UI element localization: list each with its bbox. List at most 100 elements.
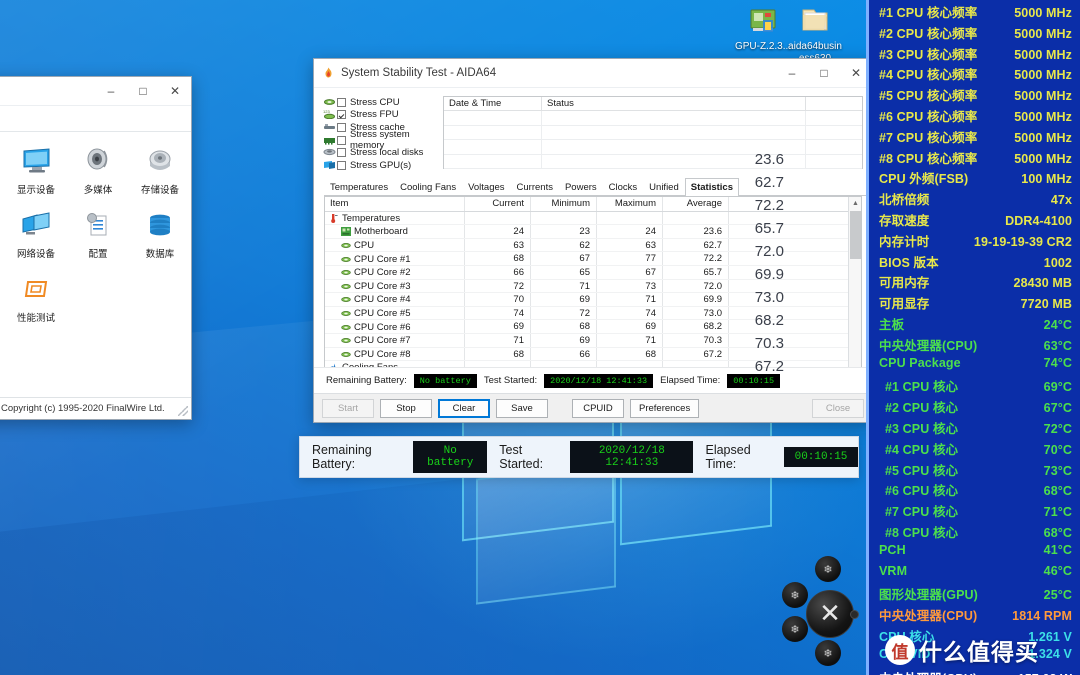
- stress-cache-checkbox[interactable]: [337, 122, 346, 132]
- sensor-key: VRM: [879, 563, 908, 578]
- stop-button[interactable]: Stop: [380, 398, 432, 418]
- fan-hub-button[interactable]: ✕: [806, 590, 854, 638]
- tab-statistics[interactable]: Statistics: [684, 177, 739, 196]
- test-started-label: Test Started:: [483, 375, 538, 386]
- category-config[interactable]: 配置: [67, 210, 129, 260]
- sensor-value: 24°C: [1043, 317, 1072, 332]
- desktop-icon-aida64-folder[interactable]: aida64busin ess630: [778, 4, 852, 65]
- event-log-table[interactable]: Date & Time Status: [443, 96, 863, 169]
- stats-item-label: CPU Core #1: [354, 253, 411, 265]
- stress-option-cpu[interactable]: Stress CPU: [323, 96, 435, 109]
- fan-icon[interactable]: ❄: [815, 556, 841, 582]
- sensor-value: 46°C: [1043, 563, 1072, 578]
- tab-temperatures[interactable]: Temperatures: [324, 178, 394, 196]
- stats-average: 67.2: [663, 347, 729, 361]
- fan-icon[interactable]: ❄: [782, 616, 808, 642]
- monitor-icon: [5, 146, 67, 180]
- maximize-icon[interactable]: □: [127, 77, 159, 106]
- category-network-devices[interactable]: 网络设备: [5, 210, 67, 260]
- sst-tab-bar[interactable]: Temperatures Cooling Fans Voltages Curre…: [324, 177, 872, 196]
- preferences-button[interactable]: Preferences: [630, 398, 700, 418]
- category-label: 存储设备: [140, 185, 179, 196]
- sensor-value: 47x: [1050, 193, 1072, 208]
- category-storage-devices[interactable]: 存储设备: [129, 146, 191, 196]
- stress-option-fpu[interactable]: 123 Stress FPU: [323, 109, 435, 122]
- stress-cpu-checkbox[interactable]: [337, 97, 346, 107]
- tab-powers[interactable]: Powers: [559, 178, 603, 196]
- stress-option-gpu[interactable]: Stress GPU(s): [323, 159, 435, 172]
- stress-fpu-checkbox[interactable]: [337, 110, 346, 120]
- fan-control-widget[interactable]: ❄ ❄ ❄ ❄ ✕: [772, 548, 864, 672]
- sensor-value: 72°C: [1043, 421, 1072, 436]
- stress-option-disks[interactable]: Stress local disks: [323, 146, 435, 159]
- maximize-icon[interactable]: □: [808, 59, 840, 88]
- sensor-row: 北桥倍频 47x: [879, 189, 1072, 210]
- test-started-label: Test Started:: [499, 443, 544, 471]
- system-stability-test-window[interactable]: System Stability Test - AIDA64 – □ ✕ Str…: [313, 58, 873, 423]
- cpuid-button[interactable]: CPUID: [572, 398, 624, 418]
- fan-settings-icon[interactable]: [850, 610, 859, 619]
- cpu-icon: [341, 350, 351, 359]
- tab-currents[interactable]: Currents: [511, 178, 559, 196]
- log-row: [444, 140, 862, 155]
- stress-disks-checkbox[interactable]: [337, 148, 346, 158]
- category-multimedia[interactable]: 多媒体: [67, 146, 129, 196]
- stress-option-memory[interactable]: Stress system memory: [323, 129, 435, 151]
- stats-average: 69.9: [663, 293, 729, 306]
- memory-icon: [323, 135, 337, 146]
- statistics-scrollbar[interactable]: ▲ ▼: [848, 196, 861, 376]
- close-button[interactable]: Close: [812, 398, 864, 418]
- start-button[interactable]: Start: [322, 398, 374, 418]
- sensor-row: 图形处理器(GPU) 25°C: [879, 584, 1072, 605]
- gpu-icon: [323, 160, 337, 171]
- stats-col-item: Item: [325, 196, 465, 211]
- stats-maximum: 73: [597, 279, 663, 293]
- sensor-value: 1.261 V: [1028, 629, 1072, 644]
- tab-cooling-fans[interactable]: Cooling Fans: [394, 178, 462, 196]
- stats-maximum: 68: [597, 347, 663, 361]
- sensor-value: 28430 MB: [1013, 276, 1072, 291]
- sensor-key: 可用内存: [879, 276, 930, 291]
- aida64-main-window[interactable]: – □ ✕ 显示设备 多媒体 存储设备 网络设备 配置 数据库 性能测试 Cop…: [0, 76, 192, 420]
- tab-clocks[interactable]: Clocks: [603, 178, 644, 196]
- sensor-key: #6 CPU 核心频率: [879, 109, 978, 124]
- resize-grip[interactable]: [178, 406, 188, 416]
- tab-voltages[interactable]: Voltages: [462, 178, 510, 196]
- stats-item-label: CPU Core #8: [354, 348, 411, 360]
- log-row: [444, 125, 862, 140]
- category-benchmark[interactable]: 性能测试: [5, 274, 67, 324]
- sensor-value: 5000 MHz: [1014, 109, 1072, 124]
- elapsed-time-label: Elapsed Time:: [660, 375, 721, 386]
- category-database[interactable]: 数据库: [129, 210, 191, 260]
- tab-unified[interactable]: Unified: [643, 178, 685, 196]
- sensor-row: #8 CPU 核心频率 5000 MHz: [879, 148, 1072, 169]
- scroll-up-icon[interactable]: ▲: [849, 197, 861, 210]
- aida64-main-toolbar[interactable]: [0, 106, 191, 132]
- close-icon[interactable]: ✕: [159, 77, 191, 106]
- sensor-row: #4 CPU 核心 70°C: [879, 439, 1072, 460]
- sensor-row: #2 CPU 核心 67°C: [879, 397, 1072, 418]
- cpu-icon: [341, 295, 351, 304]
- sensor-value: 1.324 V: [1028, 646, 1072, 661]
- sensor-row: #3 CPU 核心频率 5000 MHz: [879, 44, 1072, 65]
- minimize-icon[interactable]: –: [95, 77, 127, 106]
- save-button[interactable]: Save: [496, 398, 548, 418]
- stats-col-maximum: Maximum: [597, 196, 663, 211]
- battery-label: Remaining Battery:: [326, 375, 407, 386]
- clear-button[interactable]: Clear: [438, 398, 490, 418]
- battery-label: Remaining Battery:: [312, 443, 372, 471]
- sensor-row: 主板 24°C: [879, 314, 1072, 335]
- sensor-key: #3 CPU 核心: [885, 421, 959, 436]
- sensor-key: CPU Package: [879, 355, 961, 370]
- stress-gpu-checkbox[interactable]: [337, 160, 346, 170]
- fan-icon[interactable]: ❄: [815, 640, 841, 666]
- fan-icon[interactable]: ❄: [782, 582, 808, 608]
- stats-minimum: 69: [531, 333, 597, 347]
- scrollbar-thumb[interactable]: [850, 210, 861, 259]
- sensor-row: 中央处理器(CPU) 63°C: [879, 335, 1072, 356]
- category-display-devices[interactable]: 显示设备: [5, 146, 67, 196]
- test-started-value: 2020/12/18 12:41:33: [544, 373, 654, 388]
- minimize-icon[interactable]: –: [776, 59, 808, 88]
- stress-memory-checkbox[interactable]: [337, 135, 346, 145]
- sensor-key: 中央处理器(CPU): [879, 609, 978, 624]
